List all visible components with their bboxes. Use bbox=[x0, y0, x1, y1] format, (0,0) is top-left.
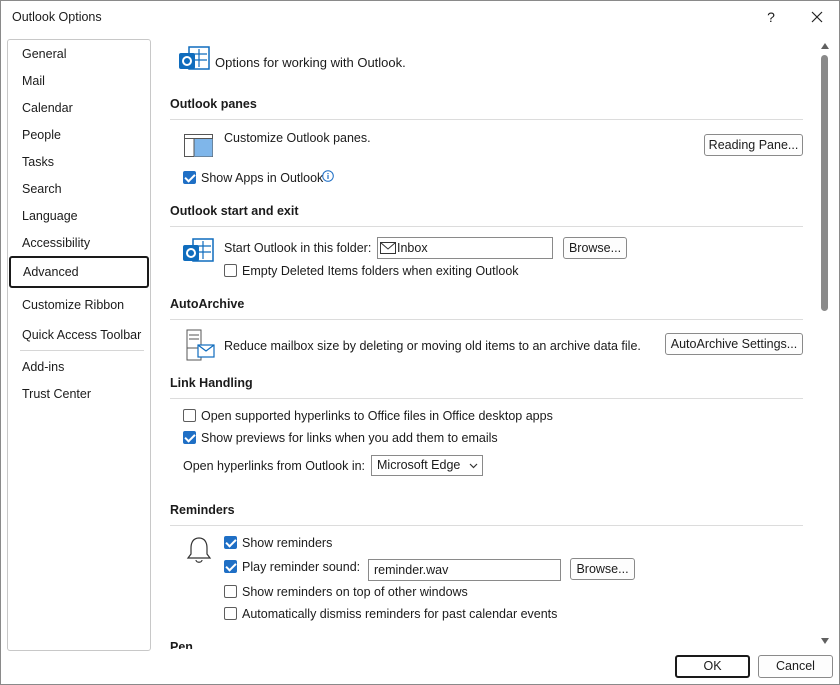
close-button[interactable] bbox=[803, 5, 831, 29]
dialog-title: Outlook Options bbox=[12, 10, 102, 24]
scroll-down-arrow-icon[interactable] bbox=[821, 638, 829, 644]
panes-icon bbox=[184, 134, 213, 157]
title-bar: Outlook Options ? bbox=[1, 1, 839, 33]
nav-item-customize-ribbon[interactable]: Customize Ribbon bbox=[8, 292, 150, 318]
bell-icon bbox=[186, 537, 212, 563]
nav-item-tasks[interactable]: Tasks bbox=[8, 149, 150, 175]
section-title-link-handling: Link Handling bbox=[170, 376, 253, 390]
options-nav: General Mail Calendar People Tasks Searc… bbox=[7, 39, 151, 651]
section-title-outlook-panes: Outlook panes bbox=[170, 97, 257, 111]
ok-button[interactable]: OK bbox=[675, 655, 750, 678]
reminders-on-top-label: Show reminders on top of other windows bbox=[242, 585, 468, 599]
advanced-options-content: Options for working with Outlook. Outloo… bbox=[161, 39, 817, 649]
show-reminders-checkbox[interactable] bbox=[224, 536, 237, 549]
auto-dismiss-reminders-label: Automatically dismiss reminders for past… bbox=[242, 607, 558, 621]
envelope-icon bbox=[380, 242, 396, 254]
content-scrollbar[interactable] bbox=[818, 39, 832, 649]
start-folder-field[interactable]: Inbox bbox=[377, 237, 553, 259]
nav-item-add-ins[interactable]: Add-ins bbox=[8, 354, 150, 380]
outlook-options-dialog: Outlook Options ? General Mail Calendar … bbox=[0, 0, 840, 685]
nav-item-language[interactable]: Language bbox=[8, 203, 150, 229]
section-divider bbox=[170, 398, 803, 399]
section-title-start-exit: Outlook start and exit bbox=[170, 204, 299, 218]
empty-deleted-checkbox[interactable] bbox=[224, 264, 237, 277]
nav-item-general[interactable]: General bbox=[8, 41, 150, 67]
nav-divider bbox=[20, 350, 144, 351]
outlook-options-icon bbox=[179, 46, 210, 70]
start-folder-value: Inbox bbox=[397, 241, 428, 255]
page-header-text: Options for working with Outlook. bbox=[215, 55, 406, 70]
nav-item-calendar[interactable]: Calendar bbox=[8, 95, 150, 121]
nav-item-advanced[interactable]: Advanced bbox=[9, 256, 149, 288]
section-title-pen: Pen bbox=[170, 640, 193, 649]
browser-select-value: Microsoft Edge bbox=[377, 458, 461, 472]
nav-item-people[interactable]: People bbox=[8, 122, 150, 148]
auto-dismiss-reminders-checkbox[interactable] bbox=[224, 607, 237, 620]
nav-item-quick-access-toolbar[interactable]: Quick Access Toolbar bbox=[8, 322, 150, 348]
cancel-button[interactable]: Cancel bbox=[758, 655, 833, 678]
autoarchive-icon bbox=[186, 329, 215, 361]
show-link-previews-label: Show previews for links when you add the… bbox=[201, 431, 498, 445]
section-divider bbox=[170, 226, 803, 227]
nav-item-search[interactable]: Search bbox=[8, 176, 150, 202]
nav-item-mail[interactable]: Mail bbox=[8, 68, 150, 94]
chevron-down-icon bbox=[469, 463, 478, 469]
show-apps-label: Show Apps in Outlook bbox=[201, 171, 324, 185]
open-hyperlinks-browser-select[interactable]: Microsoft Edge bbox=[371, 455, 483, 476]
show-reminders-label: Show reminders bbox=[242, 536, 333, 550]
open-supported-hyperlinks-label: Open supported hyperlinks to Office file… bbox=[201, 409, 553, 423]
help-button[interactable]: ? bbox=[759, 5, 783, 29]
scroll-thumb[interactable] bbox=[821, 55, 828, 311]
play-reminder-sound-label: Play reminder sound: bbox=[242, 560, 361, 574]
open-hyperlinks-from-label: Open hyperlinks from Outlook in: bbox=[183, 459, 366, 473]
play-reminder-sound-checkbox[interactable] bbox=[224, 560, 237, 573]
autoarchive-settings-button[interactable]: AutoArchive Settings... bbox=[665, 333, 803, 355]
section-divider bbox=[170, 525, 803, 526]
reminders-on-top-checkbox[interactable] bbox=[224, 585, 237, 598]
section-divider bbox=[170, 119, 803, 120]
reminder-sound-file-field[interactable]: reminder.wav bbox=[368, 559, 561, 581]
section-divider bbox=[170, 319, 803, 320]
show-link-previews-checkbox[interactable] bbox=[183, 431, 196, 444]
start-folder-browse-button[interactable]: Browse... bbox=[563, 237, 627, 259]
section-title-autoarchive: AutoArchive bbox=[170, 297, 245, 311]
nav-item-trust-center[interactable]: Trust Center bbox=[8, 381, 150, 407]
autoarchive-description: Reduce mailbox size by deleting or movin… bbox=[224, 339, 641, 353]
reading-pane-button[interactable]: Reading Pane... bbox=[704, 134, 803, 156]
show-apps-checkbox[interactable] bbox=[183, 171, 196, 184]
open-supported-hyperlinks-checkbox[interactable] bbox=[183, 409, 196, 422]
empty-deleted-label: Empty Deleted Items folders when exiting… bbox=[242, 264, 519, 278]
start-folder-label: Start Outlook in this folder: bbox=[224, 241, 372, 255]
info-icon[interactable] bbox=[322, 170, 334, 182]
outlook-panes-description: Customize Outlook panes. bbox=[224, 131, 371, 145]
reminder-sound-browse-button[interactable]: Browse... bbox=[570, 558, 635, 580]
section-title-reminders: Reminders bbox=[170, 503, 235, 517]
outlook-start-icon bbox=[183, 238, 214, 262]
scroll-up-arrow-icon[interactable] bbox=[821, 43, 829, 49]
close-icon bbox=[811, 11, 823, 23]
nav-item-accessibility[interactable]: Accessibility bbox=[8, 230, 150, 256]
